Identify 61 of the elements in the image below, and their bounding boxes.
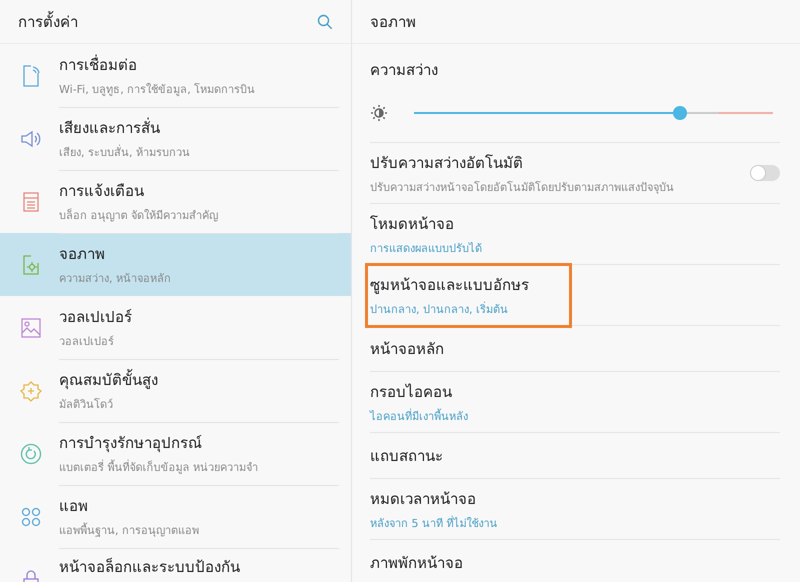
item-title: แอพ [59, 496, 89, 516]
settings-item[interactable]: แถบสถานะ [370, 436, 451, 475]
setting-title: หมดเวลาหน้าจอ [370, 489, 477, 510]
speaker-icon [20, 130, 42, 148]
sidebar-item[interactable]: วอลเปเปอร์ วอลเปเปอร์ [0, 296, 351, 359]
toggle-switch[interactable] [750, 165, 780, 181]
item-subtitle: ความสว่าง, หน้าจอหลัก [59, 270, 172, 286]
settings-item[interactable]: ภาพพักหน้าจอ [370, 543, 471, 582]
sidebar-title: การตั้งค่า [18, 10, 78, 32]
setting-value: หลังจาก 5 นาที ที่ไม่ใช้งาน [370, 514, 498, 532]
item-title: การแจ้งเตือน [59, 180, 145, 202]
settings-item[interactable]: กรอบไอคอน ไอคอนที่มีเงาพื้นหลัง [370, 372, 476, 432]
gear-plus-icon [20, 380, 42, 402]
setting-description: ปรับความสว่างหน้าจอโดยอัตโนมัติโดยปรับตามสภาพแสงปัจจุบัน [370, 180, 674, 196]
setting-title: แถบสถานะ [370, 446, 443, 467]
brightness-icon [370, 104, 388, 122]
item-subtitle: บล็อก อนุญาต จัดให้มีความสำคัญ [59, 207, 219, 224]
item-subtitle: Wi-Fi, บลูทูธ, การใช้ข้อมูล, โหมดการบิน [59, 82, 256, 98]
sidebar-item[interactable]: จอภาพ ความสว่าง, หน้าจอหลัก [0, 233, 351, 296]
item-subtitle: วอลเปเปอร์ [59, 334, 115, 350]
sidebar-item[interactable]: การบำรุงรักษาอุปกรณ์ แบตเตอรี่ พื้นที่จัดเก็บข้อมูล หน่วยความจำ [0, 422, 351, 485]
slider-thumb[interactable] [672, 106, 687, 120]
notification-list-icon [22, 190, 40, 212]
sidebar-item[interactable]: การเชื่อมต่อ Wi-Fi, บลูทูธ, การใช้ข้อมูล, โหมดการบิน [0, 44, 351, 107]
settings-item[interactable]: ปรับความสว่างอัตโนมัติ ปรับความสว่างหน้าจอโดยอัตโนมัติโดยปรับตามสภาพแสงปัจจุบัน [370, 143, 682, 203]
settings-item[interactable]: โหมดหน้าจอ การแสดงผลแบบปรับได้ [370, 204, 490, 264]
display-brightness-icon [22, 254, 40, 276]
phone-signal-icon [22, 64, 40, 86]
item-title: การบำรุงรักษาอุปกรณ์ [59, 432, 203, 454]
item-title: หน้าจอล็อกและระบบป้องกัน [59, 556, 241, 578]
page-title: จอภาพ [370, 12, 416, 32]
picture-icon [21, 318, 41, 338]
item-title: เสียงและการสั่น [59, 116, 161, 138]
setting-value: ไอคอนที่มีเงาพื้นหลัง [370, 408, 468, 425]
setting-title: โหมดหน้าจอ [370, 214, 455, 235]
setting-title: ความสว่าง [370, 60, 439, 81]
search-icon[interactable] [317, 14, 333, 30]
item-title: คุณสมบัติขั้นสูง [59, 368, 159, 392]
item-title: จอภาพ [59, 244, 106, 264]
item-subtitle: แอพพื้นฐาน, การอนุญาตแอพ [59, 522, 200, 538]
refresh-circle-icon [20, 442, 42, 464]
setting-title: ปรับความสว่างอัตโนมัติ [370, 153, 524, 174]
item-subtitle: แบตเตอรี่ พื้นที่จัดเก็บข้อมูล หน่วยความจำ [59, 458, 259, 476]
sidebar-item[interactable]: คุณสมบัติขั้นสูง มัลติวินโดว์ [0, 359, 351, 422]
setting-title: ภาพพักหน้าจอ [370, 553, 463, 574]
apps-grid-icon [21, 506, 41, 526]
setting-title: ซูมหน้าจอและแบบอักษร [370, 274, 529, 296]
sidebar-item[interactable]: เสียงและการสั่น เสียง, ระบบสั่น, ห้ามรบกวน [0, 107, 351, 170]
item-subtitle: เสียง, ระบบสั่น, ห้ามรบกวน [59, 144, 191, 160]
settings-item[interactable]: หมดเวลาหน้าจอ หลังจาก 5 นาที ที่ไม่ใช้งาน [370, 479, 506, 539]
sidebar-item[interactable]: หน้าจอล็อกและระบบป้องกัน [0, 548, 351, 582]
sidebar-item[interactable]: แอพ แอพพื้นฐาน, การอนุญาตแอพ [0, 485, 351, 548]
item-title: วอลเปเปอร์ [59, 306, 133, 328]
item-subtitle: มัลติวินโดว์ [59, 396, 114, 412]
setting-value: การแสดงผลแบบปรับได้ [370, 241, 482, 257]
settings-item[interactable]: ซูมหน้าจอและแบบอักษร ปานกลาง, ปานกลาง, เริ่มต้น [368, 266, 569, 324]
settings-item[interactable]: หน้าจอหลัก [370, 329, 452, 368]
item-title: การเชื่อมต่อ [59, 54, 138, 76]
setting-title: หน้าจอหลัก [370, 339, 444, 360]
setting-value: ปานกลาง, ปานกลาง, เริ่มต้น [370, 300, 509, 318]
setting-title: กรอบไอคอน [370, 382, 453, 403]
